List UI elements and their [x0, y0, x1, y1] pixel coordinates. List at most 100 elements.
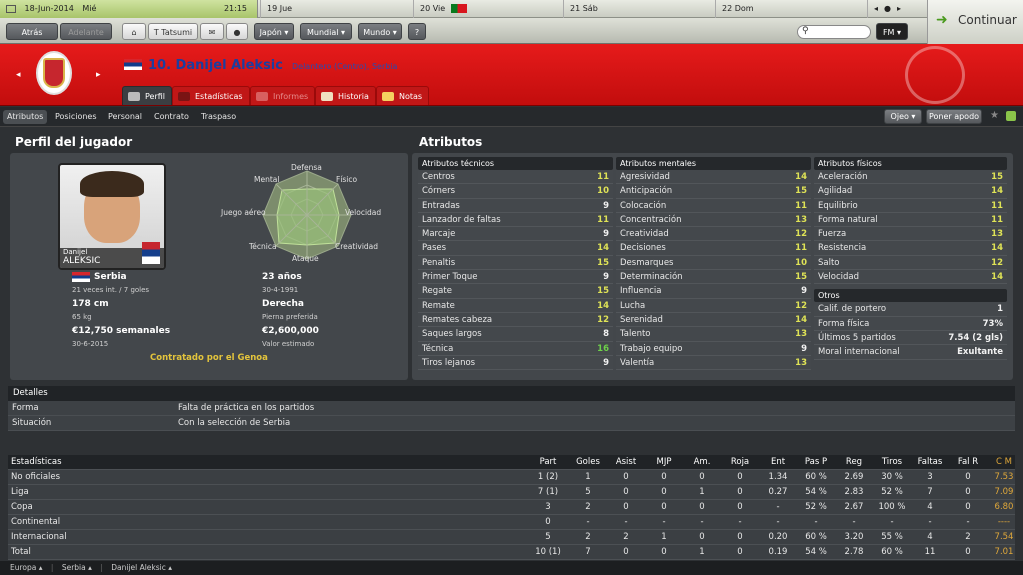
nickname-button[interactable]: Poner apodo	[926, 109, 982, 124]
contract-status[interactable]: Contratado por el Genoa	[150, 353, 268, 363]
attribute-row[interactable]: Calif. de portero 1	[814, 302, 1007, 317]
attribute-row[interactable]: Remate 14	[418, 298, 613, 313]
attribute-row[interactable]: Regate 15	[418, 284, 613, 299]
attribute-name: Entradas	[422, 200, 460, 211]
attribute-row[interactable]: Influencia 9	[616, 284, 811, 299]
attribute-row[interactable]: Salto 12	[814, 255, 1007, 271]
day-22[interactable]: 22 Dom	[715, 0, 867, 18]
attribute-row[interactable]: Velocidad 14	[814, 270, 1007, 285]
stats-icon	[178, 92, 190, 101]
attribute-row[interactable]: Valentía 13	[616, 355, 811, 371]
forward-button[interactable]: Adelante	[60, 23, 112, 40]
manager-menu-button[interactable]: T Tatsumi	[148, 23, 198, 40]
tab-profile[interactable]: Perfil	[122, 86, 173, 105]
stats-col-header[interactable]: Ent	[761, 455, 795, 470]
stats-col-header[interactable]: MJP	[647, 455, 681, 470]
stats-col-header[interactable]: C M	[987, 455, 1021, 470]
attribute-row[interactable]: Talento 13	[616, 327, 811, 342]
day-20[interactable]: 20 Vie	[413, 0, 565, 18]
attribute-row[interactable]: Saques largos 8	[418, 327, 613, 342]
stats-competition: Total	[11, 547, 31, 557]
stats-col-header[interactable]: Part	[531, 455, 565, 470]
news-icon[interactable]: ●	[226, 23, 248, 40]
attribute-row[interactable]: Agilidad 14	[814, 184, 1007, 199]
stats-col-header[interactable]: Fal R	[951, 455, 985, 470]
attribute-value: 9	[603, 357, 609, 368]
inbox-icon[interactable]: ✉	[200, 23, 224, 40]
breadcrumb-europe[interactable]: Europa ▴	[10, 563, 43, 572]
attribute-row[interactable]: Determinación 15	[616, 270, 811, 285]
attribute-row[interactable]: Aceleración 15	[814, 170, 1007, 185]
continue-button[interactable]: ➜ Continuar	[927, 0, 1023, 44]
attribute-row[interactable]: Colocación 11	[616, 198, 811, 213]
search-input[interactable]: ⚲	[797, 25, 871, 39]
prev-player-icon[interactable]: ◂	[16, 70, 21, 80]
breadcrumb-serbia[interactable]: Serbia ▴	[62, 563, 92, 572]
back-button[interactable]: Atrás	[6, 23, 58, 40]
attribute-row[interactable]: Desmarques 10	[616, 255, 811, 271]
stats-col-header[interactable]: Am.	[685, 455, 719, 470]
current-date[interactable]: 18-Jun-2014 Mié 21:15	[0, 0, 258, 18]
scout-menu-button[interactable]: Ojeo ▾	[884, 109, 922, 124]
attribute-row[interactable]: Equilibrio 11	[814, 198, 1007, 213]
attribute-row[interactable]: Tiros lejanos 9	[418, 355, 613, 371]
next-player-icon[interactable]: ▸	[96, 70, 101, 80]
attribute-row[interactable]: Lanzador de faltas 11	[418, 212, 613, 228]
attribute-row[interactable]: Forma física 73%	[814, 316, 1007, 331]
stats-cell: 0	[699, 502, 705, 512]
tab-notes[interactable]: Notas	[376, 86, 430, 105]
attribute-row[interactable]: Centros 11	[418, 170, 613, 185]
japan-menu-button[interactable]: Japón ▾	[254, 23, 294, 40]
stats-cell: 0	[737, 502, 743, 512]
attribute-row[interactable]: Concentración 13	[616, 212, 811, 228]
stats-col-header[interactable]: Pas P	[799, 455, 833, 470]
attribute-row[interactable]: Lucha 12	[616, 298, 811, 313]
attribute-row[interactable]: Remates cabeza 12	[418, 312, 613, 328]
subtab-positions[interactable]: Posiciones	[51, 110, 101, 124]
stats-col-header[interactable]: Faltas	[913, 455, 947, 470]
stats-col-header[interactable]: Roja	[723, 455, 757, 470]
nation[interactable]: Serbia	[94, 272, 127, 282]
day-19[interactable]: 19 Jue	[260, 0, 412, 18]
date-nav-arrows-icon[interactable]: ◂●▸	[867, 0, 927, 18]
attribute-row[interactable]: Serenidad 14	[616, 312, 811, 328]
attribute-row[interactable]: Creatividad 12	[616, 227, 811, 242]
attribute-row[interactable]: Pases 14	[418, 241, 613, 256]
stats-col-header[interactable]: Asist	[609, 455, 643, 470]
attribute-row[interactable]: Fuerza 13	[814, 227, 1007, 242]
attribute-row[interactable]: Entradas 9	[418, 198, 613, 213]
attribute-row[interactable]: Anticipación 15	[616, 184, 811, 199]
help-button[interactable]: ?	[408, 23, 426, 40]
attribute-row[interactable]: Córners 10	[418, 184, 613, 199]
stats-col-header[interactable]: Reg	[837, 455, 871, 470]
subtab-contract[interactable]: Contrato	[150, 110, 193, 124]
day-21[interactable]: 21 Sáb	[563, 0, 715, 18]
edit-icon[interactable]	[1006, 111, 1016, 121]
attribute-row[interactable]: Primer Toque 9	[418, 270, 613, 285]
fm-menu-button[interactable]: FM ▾	[876, 23, 908, 40]
attribute-row[interactable]: Forma natural 11	[814, 212, 1007, 228]
stats-col-header[interactable]: Tiros	[875, 455, 909, 470]
attribute-row[interactable]: Marcaje 9	[418, 227, 613, 242]
attribute-row[interactable]: Agresividad 14	[616, 170, 811, 185]
attribute-row[interactable]: Moral internacional Exultante	[814, 345, 1007, 360]
breadcrumb-player[interactable]: Danijel Aleksic ▴	[111, 563, 172, 572]
tab-statistics[interactable]: Estadísticas	[172, 86, 250, 105]
attribute-row[interactable]: Penaltis 15	[418, 255, 613, 271]
subtab-transfer[interactable]: Traspaso	[197, 110, 240, 124]
attribute-name: Aceleración	[818, 172, 868, 182]
tab-reports[interactable]: Informes	[250, 86, 316, 105]
attribute-row[interactable]: Trabajo equipo 9	[616, 341, 811, 356]
world-cup-menu-button[interactable]: Mundial ▾	[300, 23, 352, 40]
attribute-row[interactable]: Técnica 16	[418, 341, 613, 356]
subtab-attributes[interactable]: Atributos	[3, 110, 48, 124]
subtab-personal[interactable]: Personal	[104, 110, 146, 124]
star-icon[interactable]: ★	[990, 110, 999, 121]
attribute-row[interactable]: Decisiones 11	[616, 241, 811, 256]
attribute-row[interactable]: Resistencia 14	[814, 241, 1007, 256]
attribute-row[interactable]: Últimos 5 partidos 7.54 (2 gls)	[814, 330, 1007, 346]
stats-col-header[interactable]: Goles	[571, 455, 605, 470]
world-menu-button[interactable]: Mundo ▾	[358, 23, 402, 40]
home-icon[interactable]: ⌂	[122, 23, 146, 40]
tab-history[interactable]: Historia	[315, 86, 376, 105]
